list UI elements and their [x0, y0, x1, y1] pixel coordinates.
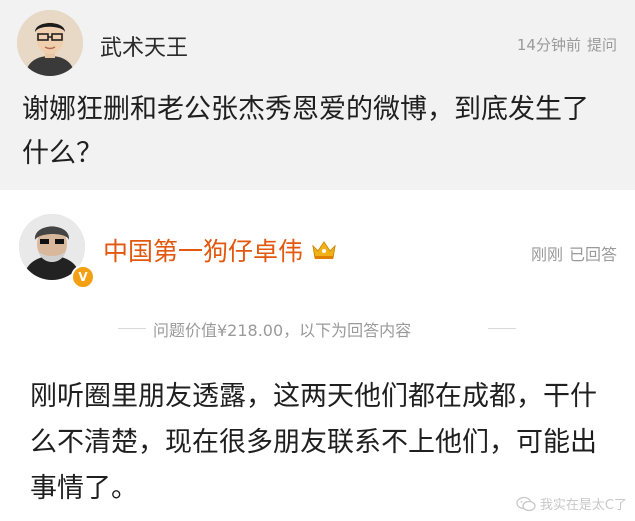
- question-text: 谢娜狂删和老公张杰秀恩爱的微博，到底发生了什么？: [22, 94, 589, 169]
- answer-text: 刚听圈里朋友透露，这两天他们都在成都，干什么不清楚，现在很多朋友联系不上他们，可…: [30, 381, 597, 504]
- answerer-name[interactable]: 中国第一狗仔卓伟: [103, 232, 303, 268]
- crown-icon: [312, 241, 336, 259]
- asker-name[interactable]: 武术天王: [100, 30, 188, 62]
- question-price-divider: 问题价值¥218.00，以下为回答内容: [153, 321, 412, 340]
- question-time: 14分钟前: [516, 36, 581, 54]
- asker-avatar[interactable]: [17, 10, 83, 76]
- asker-avatar-image: [17, 10, 83, 76]
- divider-right: [488, 328, 516, 329]
- answer-meta: 刚刚 已回答: [531, 241, 617, 265]
- answer-time: 刚刚: [530, 245, 563, 264]
- question-action: 提问: [586, 36, 617, 54]
- answerer-header: 中国第一狗仔卓伟: [103, 234, 337, 266]
- question-card: 武术天王 14分钟前 提问 谢娜狂删和老公张杰秀恩爱的微博，到底发生了什么？: [0, 0, 635, 190]
- verified-badge-icon: V: [71, 265, 95, 289]
- watermark-text: 我实在是太C了: [539, 498, 627, 513]
- question-meta: 14分钟前 提问: [517, 34, 617, 55]
- answer-status: 已回答: [568, 245, 617, 264]
- wechat-icon: [516, 496, 536, 511]
- divider-left: [118, 328, 146, 329]
- watermark: 我实在是太C了: [516, 494, 627, 513]
